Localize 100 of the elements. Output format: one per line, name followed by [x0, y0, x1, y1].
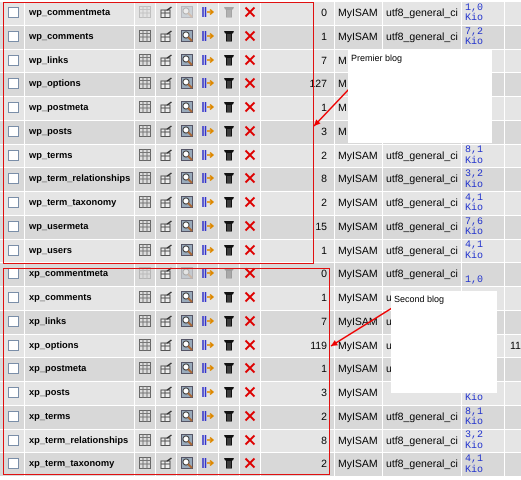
trash-icon[interactable]	[223, 244, 235, 256]
delete-icon[interactable]	[244, 434, 256, 446]
search-icon[interactable]	[181, 101, 193, 113]
size-link[interactable]: 4,1 Kio	[465, 194, 487, 215]
search-icon[interactable]	[181, 457, 193, 470]
trash-icon[interactable]	[223, 220, 235, 232]
arrow-columns-icon[interactable]	[202, 220, 214, 232]
grid-icon[interactable]	[139, 244, 151, 256]
arrow-columns-icon[interactable]	[202, 267, 214, 280]
search-icon[interactable]	[181, 410, 193, 422]
size-link[interactable]: 3,2 Kio	[465, 431, 487, 452]
delete-icon[interactable]	[244, 362, 256, 374]
checkbox[interactable]	[8, 458, 19, 470]
arrow-columns-icon[interactable]	[202, 410, 214, 422]
trash-icon[interactable]	[223, 124, 235, 137]
checkbox[interactable]	[8, 54, 19, 66]
size-link[interactable]: 7,6 Kio	[465, 218, 487, 238]
checkbox[interactable]	[8, 102, 19, 113]
grid-icon[interactable]	[139, 410, 151, 422]
grid-icon[interactable]	[139, 220, 151, 232]
search-icon[interactable]	[181, 338, 193, 350]
arrow-columns-icon[interactable]	[202, 457, 214, 470]
trash-icon[interactable]	[223, 148, 235, 160]
checkbox[interactable]	[8, 173, 19, 184]
grid-icon[interactable]	[139, 148, 151, 160]
pencil-table-icon[interactable]	[160, 314, 172, 327]
delete-icon[interactable]	[244, 148, 256, 160]
pencil-table-icon[interactable]	[160, 196, 172, 208]
search-icon[interactable]	[181, 314, 193, 327]
delete-icon[interactable]	[244, 101, 256, 113]
delete-icon[interactable]	[244, 338, 256, 350]
search-icon[interactable]	[181, 124, 193, 137]
delete-icon[interactable]	[244, 457, 256, 470]
arrow-columns-icon[interactable]	[202, 291, 214, 303]
pencil-table-icon[interactable]	[160, 434, 172, 446]
arrow-columns-icon[interactable]	[202, 124, 214, 137]
pencil-table-icon[interactable]	[160, 291, 172, 303]
pencil-table-icon[interactable]	[160, 386, 172, 398]
arrow-columns-icon[interactable]	[202, 314, 214, 327]
pencil-table-icon[interactable]	[160, 244, 172, 256]
trash-icon[interactable]	[223, 77, 235, 90]
search-icon[interactable]	[181, 434, 193, 446]
grid-icon[interactable]	[139, 338, 151, 350]
pencil-table-icon[interactable]	[160, 220, 172, 232]
arrow-columns-icon[interactable]	[202, 148, 214, 160]
grid-icon[interactable]	[139, 101, 151, 113]
search-icon[interactable]	[181, 196, 193, 208]
arrow-columns-icon[interactable]	[202, 54, 214, 66]
checkbox[interactable]	[8, 7, 19, 18]
checkbox[interactable]	[8, 434, 19, 446]
delete-icon[interactable]	[244, 77, 256, 90]
grid-icon[interactable]	[139, 434, 151, 446]
checkbox[interactable]	[8, 410, 19, 422]
pencil-table-icon[interactable]	[160, 410, 172, 422]
pencil-table-icon[interactable]	[160, 124, 172, 137]
checkbox[interactable]	[8, 340, 19, 350]
delete-icon[interactable]	[244, 267, 256, 280]
pencil-table-icon[interactable]	[160, 77, 172, 90]
trash-icon[interactable]	[223, 457, 235, 470]
size-link[interactable]: 1,0 Kio	[465, 4, 487, 25]
delete-icon[interactable]	[244, 30, 256, 42]
checkbox[interactable]	[8, 30, 19, 42]
arrow-columns-icon[interactable]	[202, 172, 214, 184]
size-link[interactable]: 4,1 Kio	[465, 455, 487, 476]
delete-icon[interactable]	[244, 54, 256, 66]
trash-icon[interactable]	[223, 362, 235, 374]
search-icon[interactable]	[181, 54, 193, 66]
arrow-columns-icon[interactable]	[202, 362, 214, 374]
delete-icon[interactable]	[244, 196, 256, 208]
search-icon[interactable]	[181, 220, 193, 232]
arrow-columns-icon[interactable]	[202, 434, 214, 446]
size-link[interactable]: 8,1 Kio	[465, 146, 487, 168]
search-icon[interactable]	[181, 386, 193, 398]
size-link[interactable]: Kio	[465, 394, 487, 405]
arrow-columns-icon[interactable]	[202, 30, 214, 42]
pencil-table-icon[interactable]	[160, 54, 172, 66]
delete-icon[interactable]	[244, 124, 256, 137]
size-link[interactable]: 1,0	[465, 276, 487, 286]
delete-icon[interactable]	[244, 6, 256, 18]
trash-icon[interactable]	[223, 410, 235, 422]
grid-icon[interactable]	[139, 124, 151, 137]
pencil-table-icon[interactable]	[160, 362, 172, 374]
arrow-columns-icon[interactable]	[202, 338, 214, 350]
grid-icon[interactable]	[139, 196, 151, 208]
pencil-table-icon[interactable]	[160, 30, 172, 42]
checkbox[interactable]	[8, 197, 19, 208]
pencil-table-icon[interactable]	[160, 148, 172, 160]
pencil-table-icon[interactable]	[160, 338, 172, 350]
trash-icon[interactable]	[223, 30, 235, 42]
arrow-columns-icon[interactable]	[202, 386, 214, 398]
checkbox[interactable]	[8, 78, 19, 90]
trash-icon[interactable]	[223, 101, 235, 113]
grid-icon[interactable]	[139, 291, 151, 303]
pencil-table-icon[interactable]	[160, 6, 172, 18]
checkbox[interactable]	[8, 150, 19, 160]
delete-icon[interactable]	[244, 220, 256, 232]
delete-icon[interactable]	[244, 410, 256, 422]
trash-icon[interactable]	[223, 196, 235, 208]
pencil-table-icon[interactable]	[160, 101, 172, 113]
trash-icon[interactable]	[223, 314, 235, 327]
